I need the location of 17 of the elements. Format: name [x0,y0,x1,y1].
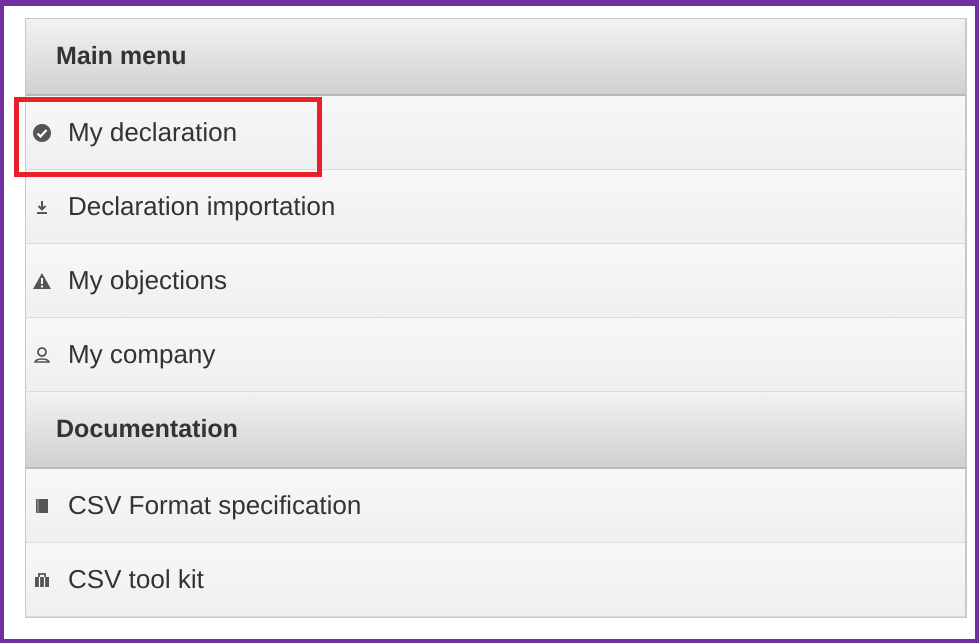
menu-item-label: CSV Format specification [68,490,362,521]
menu-item-label: CSV tool kit [68,564,204,595]
check-circle-icon [32,122,52,142]
section-header: Main menu [26,19,965,96]
menu-item[interactable]: My objections [26,244,965,318]
menu-item[interactable]: My declaration [26,96,965,170]
menu-item[interactable]: Declaration importation [26,170,965,244]
menu-item-label: My company [68,339,216,370]
menu-item[interactable]: CSV Format specification [26,469,965,543]
menu-item-label: My declaration [68,117,238,148]
menu-item-label: Declaration importation [68,191,336,222]
menu-item[interactable]: My company [26,318,965,392]
warning-icon [32,270,52,290]
menu-item-label: My objections [68,265,227,296]
menu-item[interactable]: CSV tool kit [26,543,965,617]
user-icon [32,344,52,364]
section-header: Documentation [26,392,965,469]
